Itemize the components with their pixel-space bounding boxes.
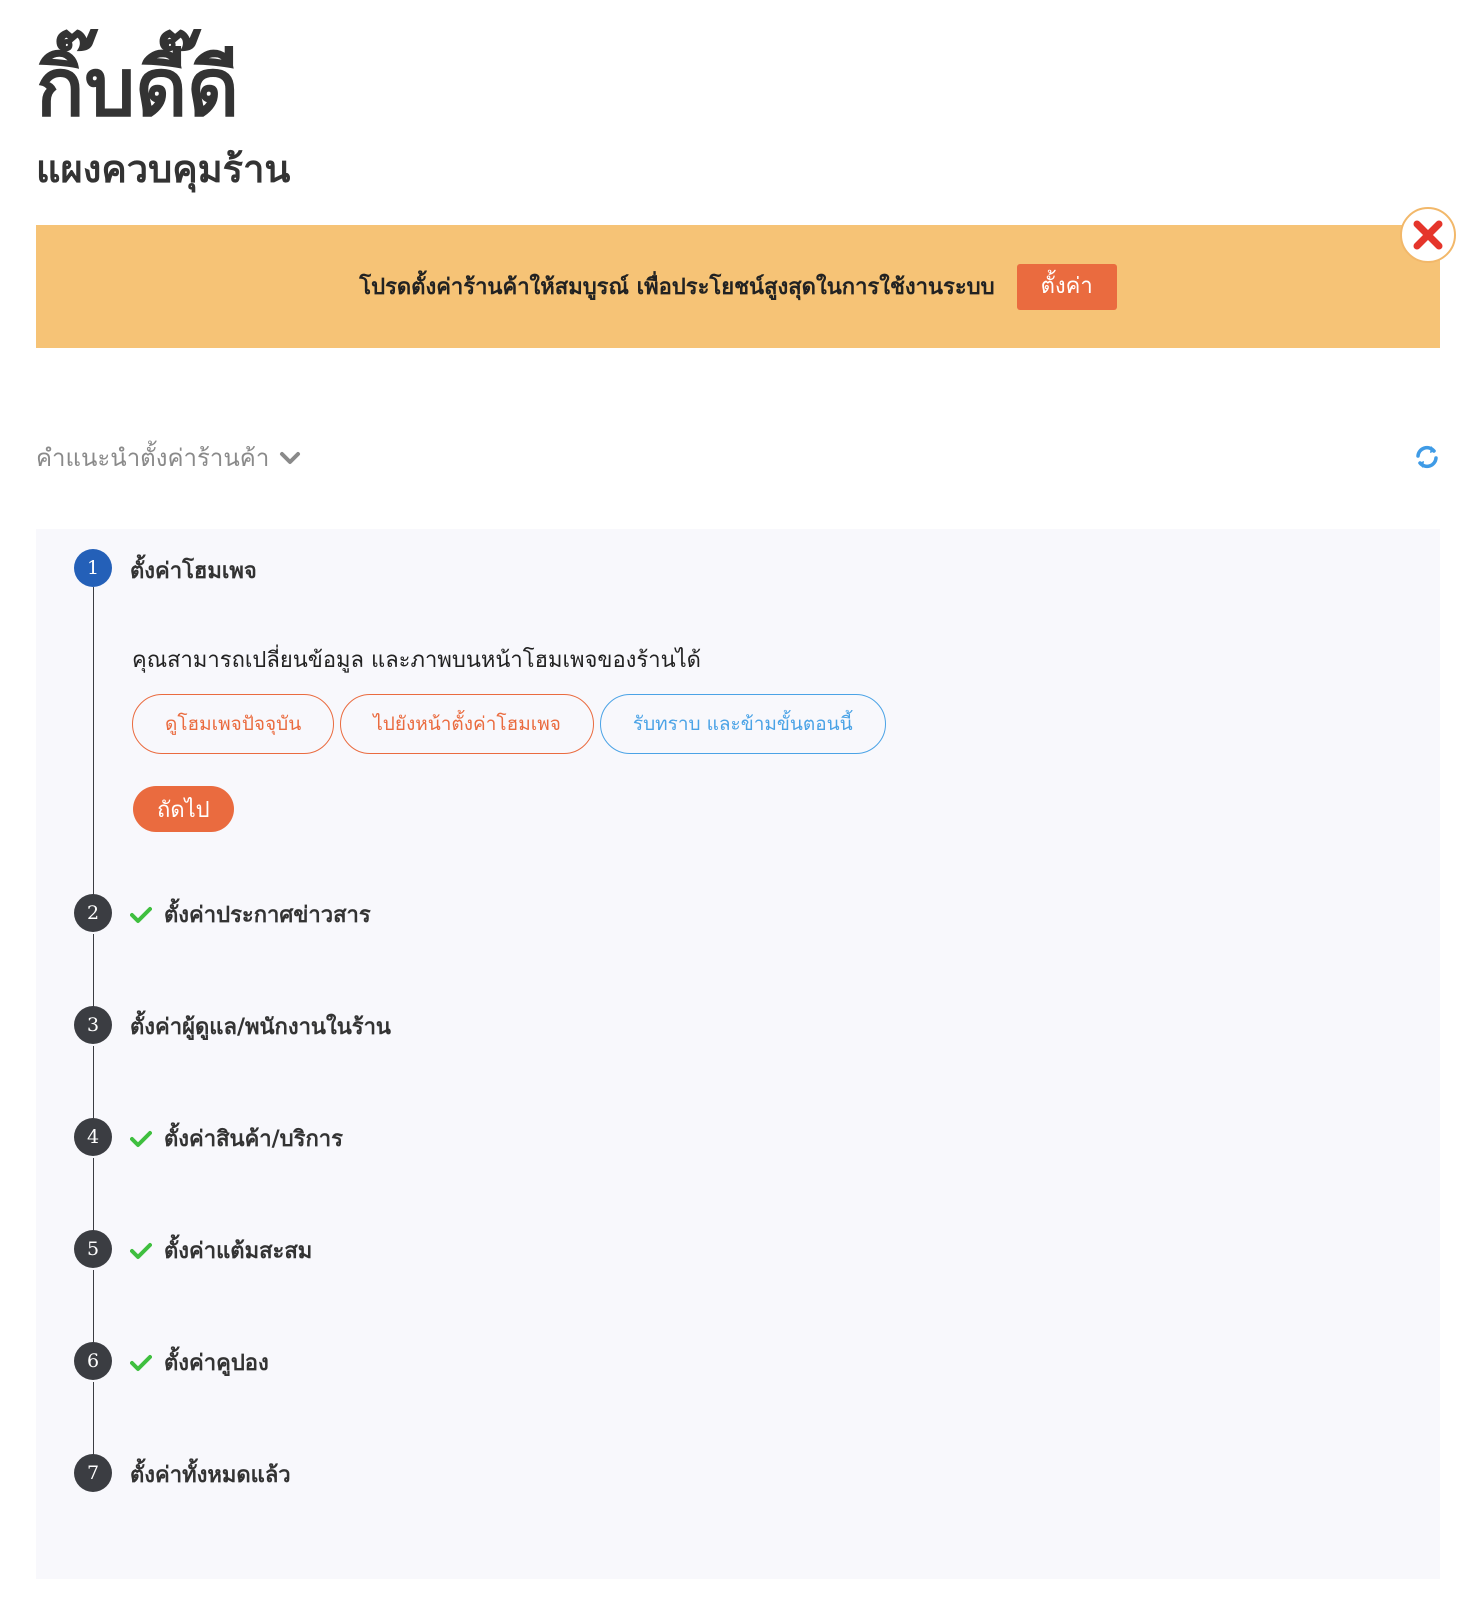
step-6-title[interactable]: ตั้งค่าคูปอง bbox=[130, 1345, 269, 1380]
step-connector bbox=[93, 587, 94, 907]
banner-close-button[interactable] bbox=[1400, 207, 1456, 263]
step-2-label: ตั้งค่าประกาศข่าวสาร bbox=[164, 903, 371, 928]
step-7-number: 7 bbox=[74, 1454, 112, 1492]
check-icon bbox=[130, 1130, 152, 1147]
step-connector bbox=[93, 1270, 94, 1350]
step-3-title[interactable]: ตั้งค่าผู้ดูแล/พนักงานในร้าน bbox=[130, 1009, 391, 1044]
setup-reminder-banner: โปรดตั้งค่าร้านค้าให้สมบูรณ์ เพื่อประโยช… bbox=[36, 225, 1440, 348]
step-6-label: ตั้งค่าคูปอง bbox=[164, 1351, 269, 1376]
close-x-icon bbox=[1413, 220, 1443, 250]
step-4-label: ตั้งค่าสินค้า/บริการ bbox=[164, 1127, 343, 1152]
next-step-button[interactable]: ถัดไป bbox=[133, 786, 234, 832]
shop-name: กิ๊บดี๊ดี bbox=[36, 41, 240, 134]
refresh-icon[interactable] bbox=[1414, 444, 1440, 470]
step-1-label: ตั้งค่าโฮมเพจ bbox=[130, 559, 257, 584]
page-subtitle: แผงควบคุมร้าน bbox=[36, 147, 291, 191]
setup-guide-toggle[interactable]: คำแนะนำตั้งค่าร้านค้า bbox=[36, 438, 301, 477]
go-homepage-settings-button[interactable]: ไปยังหน้าตั้งค่าโฮมเพจ bbox=[340, 694, 594, 754]
check-icon bbox=[130, 1242, 152, 1259]
step-5-label: ตั้งค่าแต้มสะสม bbox=[164, 1239, 313, 1264]
view-homepage-button[interactable]: ดูโฮมเพจปัจจุบัน bbox=[132, 694, 335, 754]
banner-setup-button[interactable]: ตั้งค่า bbox=[1016, 263, 1117, 310]
step-connector bbox=[93, 1382, 94, 1462]
step-6-number: 6 bbox=[74, 1342, 112, 1380]
check-icon bbox=[130, 1354, 152, 1371]
step-connector bbox=[93, 1046, 94, 1126]
step-connector bbox=[93, 1158, 94, 1238]
step-3-number: 3 bbox=[74, 1006, 112, 1044]
step-3-label: ตั้งค่าผู้ดูแล/พนักงานในร้าน bbox=[130, 1015, 391, 1040]
page: กิ๊บดี๊ดี แผงควบคุมร้าน โปรดตั้งค่าร้านค… bbox=[0, 0, 1476, 1620]
step-5-number: 5 bbox=[74, 1230, 112, 1268]
step-1-description: คุณสามารถเปลี่ยนข้อมูล และภาพบนหน้าโฮมเพ… bbox=[132, 648, 701, 673]
step-4-title[interactable]: ตั้งค่าสินค้า/บริการ bbox=[130, 1121, 343, 1156]
step-7-label: ตั้งค่าทั้งหมดแล้ว bbox=[130, 1463, 291, 1488]
chevron-down-icon bbox=[280, 451, 301, 464]
step-1-actions: ดูโฮมเพจปัจจุบัน ไปยังหน้าตั้งค่าโฮมเพจ … bbox=[132, 694, 886, 754]
step-7-title[interactable]: ตั้งค่าทั้งหมดแล้ว bbox=[130, 1457, 291, 1492]
setup-guide-title: คำแนะนำตั้งค่าร้านค้า bbox=[36, 444, 270, 472]
check-icon bbox=[130, 906, 152, 923]
step-1-title[interactable]: ตั้งค่าโฮมเพจ bbox=[130, 553, 257, 588]
step-1-number: 1 bbox=[74, 549, 112, 587]
step-2-title[interactable]: ตั้งค่าประกาศข่าวสาร bbox=[130, 897, 371, 932]
step-connector bbox=[93, 934, 94, 1014]
setup-steps-panel: 1 ตั้งค่าโฮมเพจ คุณสามารถเปลี่ยนข้อมูล แ… bbox=[36, 529, 1440, 1579]
step-4-number: 4 bbox=[74, 1118, 112, 1156]
acknowledge-skip-button[interactable]: รับทราบ และข้ามขั้นตอนนี้ bbox=[599, 694, 886, 754]
step-5-title[interactable]: ตั้งค่าแต้มสะสม bbox=[130, 1233, 312, 1268]
banner-message: โปรดตั้งค่าร้านค้าให้สมบูรณ์ เพื่อประโยช… bbox=[359, 275, 995, 300]
step-2-number: 2 bbox=[74, 894, 112, 932]
